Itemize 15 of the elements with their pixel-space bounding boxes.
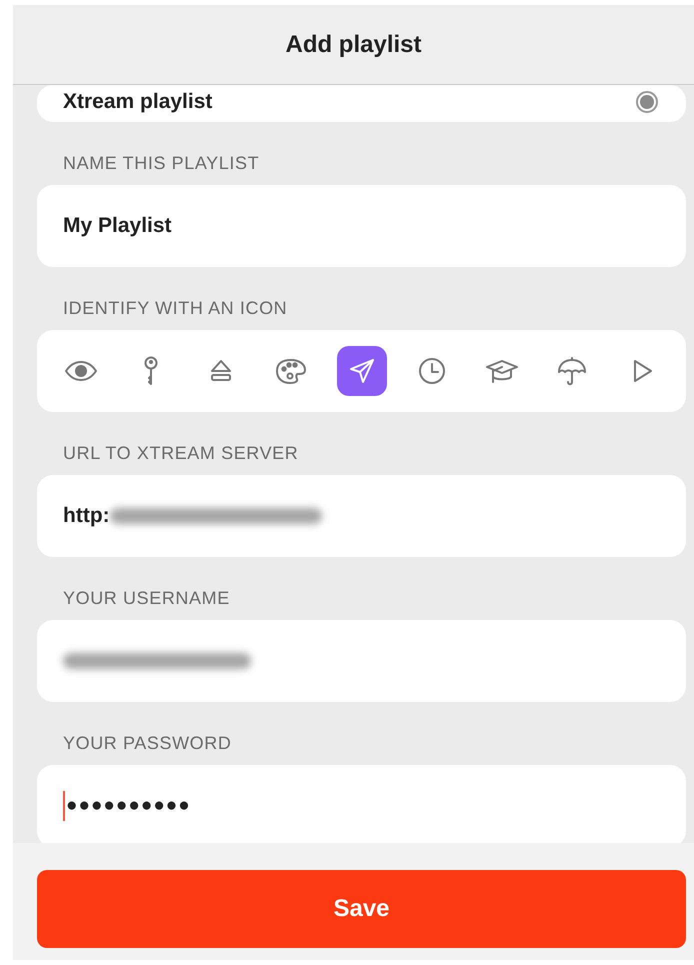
field-label: NAME THIS PLAYLIST (62, 152, 260, 175)
field-value: http: (63, 504, 110, 528)
masked-password: ●●●●●●●●●● (66, 795, 191, 817)
radio-button[interactable] (636, 90, 658, 112)
save-button[interactable]: Save (37, 870, 686, 948)
name-field[interactable]: My Playlist (37, 185, 686, 267)
field-label: YOUR PASSWORD (62, 732, 232, 755)
screen-title: Add playlist (285, 30, 422, 58)
url-field[interactable]: http: (37, 475, 686, 557)
field-label: URL TO XTREAM SERVER (62, 442, 300, 465)
field-label: YOUR USERNAME (62, 587, 231, 610)
field-label: IDENTIFY WITH AN ICON (62, 297, 288, 320)
playlist-type-label: Xtream playlist (63, 90, 212, 114)
paper-plane-icon[interactable] (336, 346, 386, 396)
field-value: My Playlist (63, 214, 172, 238)
